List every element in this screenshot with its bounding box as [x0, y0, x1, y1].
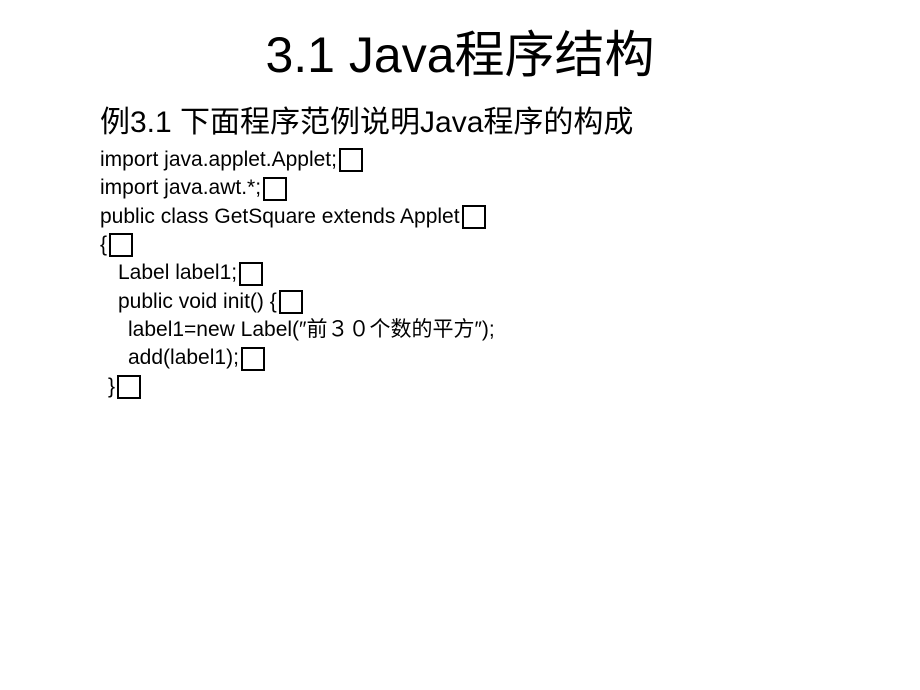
code-line-6: public void init() {: [100, 288, 920, 316]
box-marker-icon: [109, 233, 133, 257]
code-line-3: public class GetSquare extends Applet: [100, 203, 920, 231]
box-marker-icon: [117, 375, 141, 399]
code-line-4: {: [100, 231, 920, 259]
code-line-5: Label label1;: [100, 259, 920, 287]
box-marker-icon: [462, 205, 486, 229]
slide-container: 3.1 Java程序结构 例3.1 下面程序范例说明Java程序的构成 impo…: [0, 0, 920, 690]
code-text: import java.applet.Applet;: [100, 146, 337, 174]
code-text: }: [108, 373, 115, 401]
code-text: public void init() {: [118, 288, 277, 316]
code-block: import java.applet.Applet; import java.a…: [0, 146, 920, 401]
code-text: label1=new Label(″前３０个数的平方″);: [128, 316, 495, 344]
slide-title: 3.1 Java程序结构: [0, 15, 920, 87]
code-text: Label label1;: [118, 259, 237, 287]
box-marker-icon: [279, 290, 303, 314]
slide-subtitle: 例3.1 下面程序范例说明Java程序的构成: [0, 97, 920, 141]
box-marker-icon: [339, 148, 363, 172]
box-marker-icon: [263, 177, 287, 201]
code-text: import java.awt.*;: [100, 174, 261, 202]
code-line-1: import java.applet.Applet;: [100, 146, 920, 174]
code-text: {: [100, 231, 107, 259]
box-marker-icon: [241, 347, 265, 371]
code-line-2: import java.awt.*;: [100, 174, 920, 202]
code-text: add(label1);: [128, 344, 239, 372]
code-line-9: }: [100, 373, 920, 401]
code-line-8: add(label1);: [100, 344, 920, 372]
code-line-7: label1=new Label(″前３０个数的平方″);: [100, 316, 920, 344]
code-text: public class GetSquare extends Applet: [100, 203, 460, 231]
box-marker-icon: [239, 262, 263, 286]
